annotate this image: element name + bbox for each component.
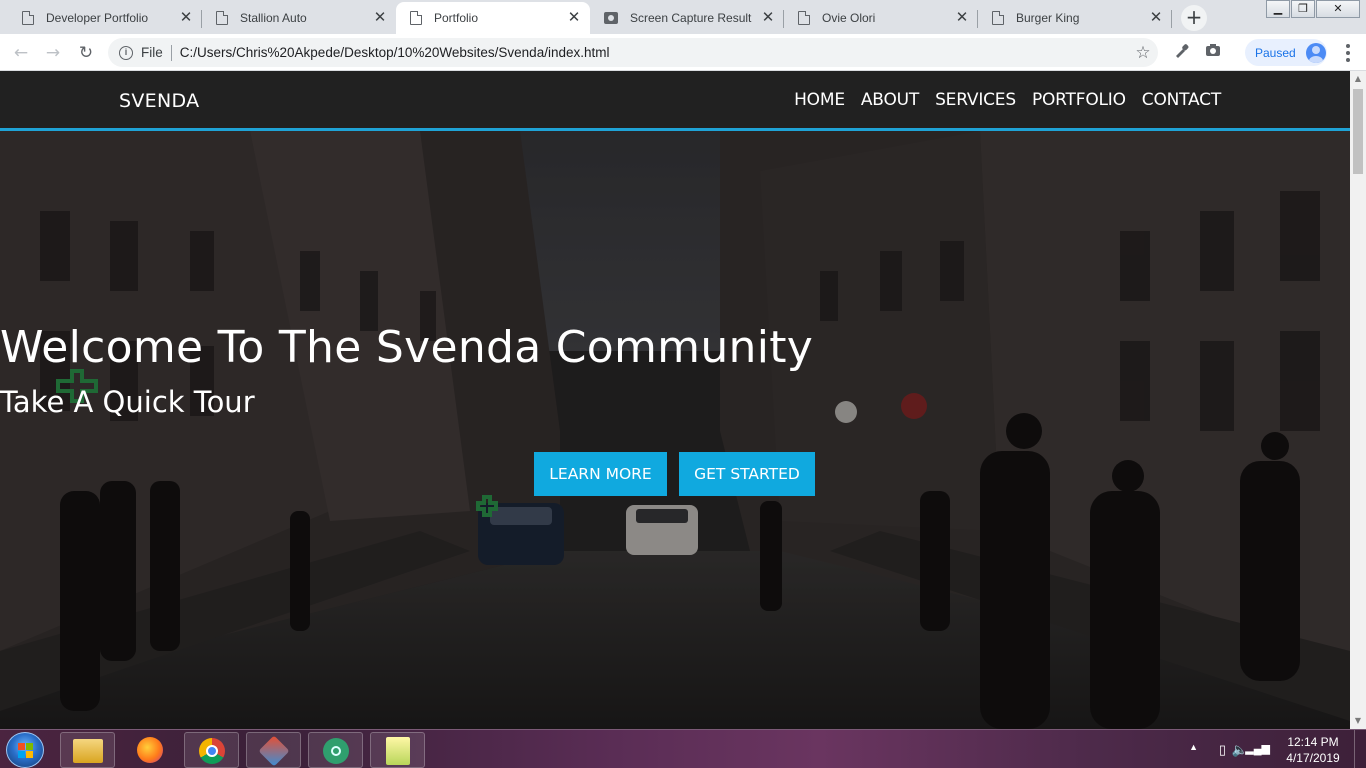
nav-about[interactable]: ABOUT (861, 90, 919, 110)
scroll-down-arrow-icon[interactable]: ▼ (1350, 713, 1366, 729)
tab-close-icon[interactable]: ✕ (178, 10, 194, 26)
tab-portfolio[interactable]: Portfolio ✕ (396, 2, 590, 34)
tab-ovie-olori[interactable]: Ovie Olori ✕ (784, 2, 978, 34)
site-menu: HOME ABOUT SERVICES PORTFOLIO CONTACT (778, 90, 1221, 110)
maximize-button[interactable]: ❐ (1291, 0, 1315, 18)
tab-close-icon[interactable]: ✕ (372, 10, 388, 26)
tab-strip: Developer Portfolio ✕ Stallion Auto ✕ Po… (0, 0, 1366, 34)
tab-title: Portfolio (434, 11, 479, 25)
clock-date: 4/17/2019 (1286, 751, 1340, 765)
clock-time: 12:14 PM (1287, 735, 1339, 749)
hero-section: Welcome To The Svenda Community Take A Q… (0, 131, 1350, 729)
learn-more-button[interactable]: LEARN MORE (534, 452, 667, 496)
page-scrollbar[interactable]: ▲ ▼ (1350, 71, 1366, 729)
scroll-thumb[interactable] (1353, 89, 1363, 174)
more-menu-icon[interactable] (1338, 42, 1358, 64)
tab-stallion-auto[interactable]: Stallion Auto ✕ (202, 2, 396, 34)
back-icon[interactable]: ← (9, 41, 33, 65)
show-hidden-icons-icon[interactable]: ▲ (1189, 742, 1198, 752)
page-icon (410, 11, 422, 25)
browser-toolbar: ← → ↻ i File C:/Users/Chris%20Akpede/Des… (0, 34, 1366, 71)
scheme-label: File (141, 45, 163, 60)
minimize-button[interactable]: ▁ (1266, 0, 1290, 18)
tab-title: Screen Capture Result (630, 11, 752, 25)
page-viewport: SVENDA HOME ABOUT SERVICES PORTFOLIO CON… (0, 71, 1350, 729)
camera-icon (604, 12, 618, 24)
tab-title: Developer Portfolio (46, 11, 149, 25)
windows-logo-icon (18, 743, 34, 759)
taskbar-clock[interactable]: 12:14 PM 4/17/2019 (1283, 734, 1343, 766)
site-brand[interactable]: SVENDA (119, 90, 199, 112)
tab-close-icon[interactable]: ✕ (566, 10, 582, 26)
tab-title: Burger King (1016, 11, 1080, 25)
nav-home[interactable]: HOME (794, 90, 845, 110)
chrome-icon[interactable] (184, 732, 239, 768)
site-navbar: SVENDA HOME ABOUT SERVICES PORTFOLIO CON… (0, 71, 1350, 131)
page-icon (22, 11, 34, 25)
avatar-icon (1305, 42, 1326, 63)
tab-close-icon[interactable]: ✕ (760, 10, 776, 26)
network-signal-icon[interactable]: ▂▄▆ (1245, 742, 1270, 755)
new-tab-button[interactable]: + (1181, 5, 1207, 31)
nav-contact[interactable]: CONTACT (1142, 90, 1221, 110)
profile-button[interactable]: Paused (1245, 39, 1327, 66)
tab-developer-portfolio[interactable]: Developer Portfolio ✕ (8, 2, 202, 34)
window-controls: ▁ ❐ ✕ (1265, 0, 1360, 18)
screenshot-camera-icon[interactable] (1203, 43, 1223, 63)
tab-title: Stallion Auto (240, 11, 307, 25)
show-desktop-button[interactable] (1354, 730, 1366, 768)
get-started-button[interactable]: GET STARTED (679, 452, 815, 496)
notepad-icon[interactable] (370, 732, 425, 768)
hero-title: Welcome To The Svenda Community (0, 322, 814, 373)
reload-icon[interactable]: ↻ (74, 41, 98, 65)
page-icon (992, 11, 1004, 25)
profile-status: Paused (1255, 45, 1296, 60)
atom-icon[interactable] (308, 732, 363, 768)
start-button[interactable] (6, 732, 44, 768)
tab-close-icon[interactable]: ✕ (954, 10, 970, 26)
git-icon[interactable] (246, 732, 301, 768)
tab-title: Ovie Olori (822, 11, 876, 25)
page-icon (216, 11, 228, 25)
eyedropper-icon[interactable] (1171, 43, 1191, 63)
page-icon (798, 11, 810, 25)
windows-taskbar: ▲ ▯ 🔈 ▂▄▆ 12:14 PM 4/17/2019 (0, 729, 1366, 768)
nav-services[interactable]: SERVICES (935, 90, 1016, 110)
address-bar[interactable]: i File C:/Users/Chris%20Akpede/Desktop/1… (108, 38, 1158, 67)
tab-close-icon[interactable]: ✕ (1148, 10, 1164, 26)
battery-icon[interactable]: ▯ (1219, 742, 1226, 758)
hero-subtitle: Take A Quick Tour (0, 385, 255, 419)
tab-burger-king[interactable]: Burger King ✕ (978, 2, 1172, 34)
url-text[interactable]: C:/Users/Chris%20Akpede/Desktop/10%20Web… (180, 45, 1128, 60)
firefox-icon[interactable] (123, 732, 178, 768)
scroll-up-arrow-icon[interactable]: ▲ (1350, 71, 1366, 87)
info-icon[interactable]: i (119, 45, 133, 60)
tab-screen-capture-result[interactable]: Screen Capture Result ✕ (590, 2, 784, 34)
system-tray: ▲ ▯ 🔈 ▂▄▆ 12:14 PM 4/17/2019 (1176, 730, 1366, 768)
close-window-button[interactable]: ✕ (1316, 0, 1360, 18)
file-explorer-icon[interactable] (60, 732, 115, 768)
forward-icon[interactable]: → (41, 41, 65, 65)
hero-background-image (0, 131, 1350, 729)
bookmark-star-icon[interactable]: ☆ (1128, 43, 1158, 63)
nav-portfolio[interactable]: PORTFOLIO (1032, 90, 1126, 110)
